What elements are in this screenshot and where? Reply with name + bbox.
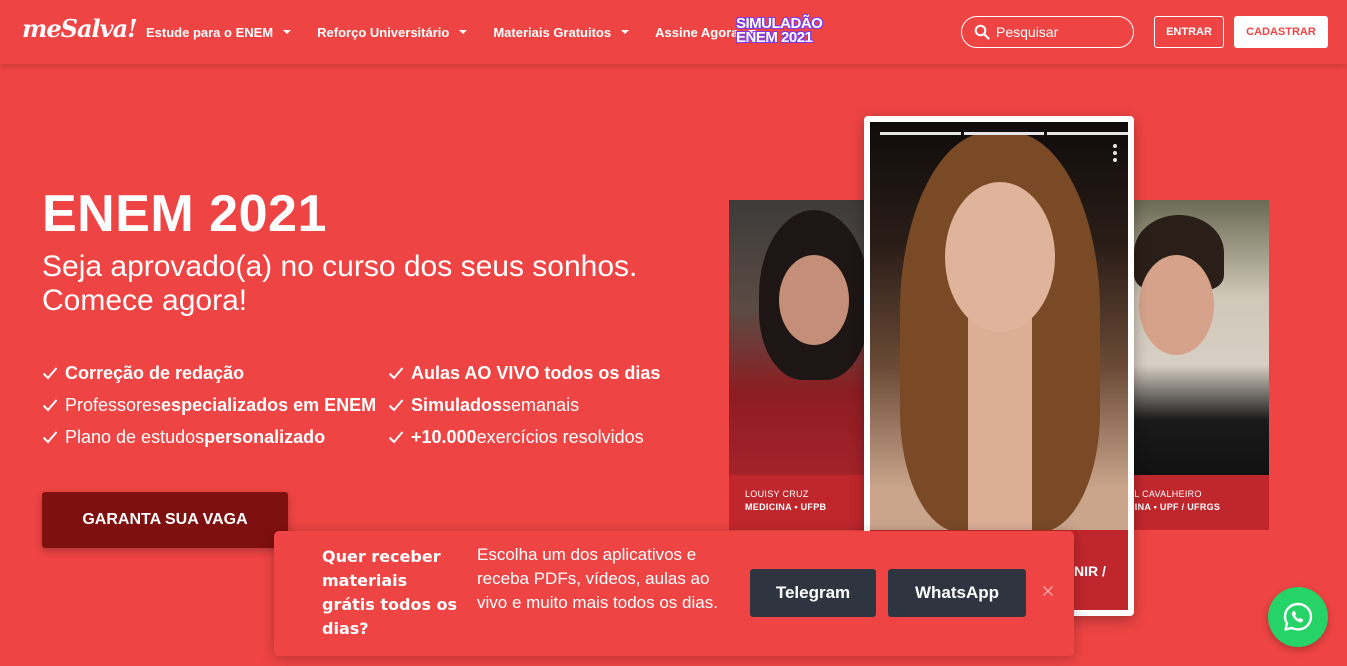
check-icon — [388, 431, 404, 444]
main-nav: Estude para o ENEM Reforço Universitário… — [146, 0, 757, 64]
feature-item: Simulados semanais — [388, 394, 708, 416]
chevron-down-icon — [283, 30, 292, 34]
more-options-icon[interactable] — [1113, 144, 1117, 165]
nav-item-reforco-universitario[interactable]: Reforço Universitário — [317, 24, 468, 40]
check-icon — [42, 367, 58, 380]
feature-item: +10.000 exercícios resolvidos — [388, 426, 708, 448]
student-name: LOUISY CRUZ — [745, 489, 809, 499]
student-course: CINA • UPF / UFRGS — [1134, 502, 1221, 512]
mesalva-logo[interactable]: meSalva! — [22, 14, 138, 43]
check-icon — [388, 367, 404, 380]
student-name: EL CAVALHEIRO — [1134, 489, 1202, 499]
nav-item-estude-enem[interactable]: Estude para o ENEM — [146, 24, 292, 40]
nav-item-label: Estude para o ENEM — [146, 24, 274, 40]
close-icon[interactable] — [1040, 583, 1056, 599]
top-navbar: meSalva! Estude para o ENEM Reforço Univ… — [0, 0, 1347, 64]
testimonial-caption: LOUISY CRUZ MEDICINA • UFPB — [729, 475, 864, 530]
promo-line-2: ENEM 2021 — [736, 29, 813, 46]
student-photo — [729, 200, 864, 475]
whatsapp-floating-button[interactable] — [1268, 587, 1328, 647]
popup-text: Escolha um dos aplicativos e receba PDFs… — [477, 545, 718, 612]
hero-subtitle: Seja aprovado(a) no curso dos seus sonho… — [42, 250, 638, 317]
story-progress — [880, 132, 1128, 135]
search-input[interactable] — [996, 24, 1126, 40]
testimonial-caption: EL CAVALHEIRO CINA • UPF / UFRGS — [1134, 475, 1269, 530]
nav-item-materiais-gratuitos[interactable]: Materiais Gratuitos — [493, 24, 630, 40]
login-button[interactable]: ENTRAR — [1154, 16, 1224, 48]
garanta-vaga-button[interactable]: GARANTA SUA VAGA — [42, 492, 288, 548]
testimonial-card-right[interactable]: EL CAVALHEIRO CINA • UPF / UFRGS — [1134, 200, 1269, 530]
hero-title: ENEM 2021 — [42, 185, 327, 243]
feature-list: Correção de redação Aulas AO VIVO todos … — [42, 362, 708, 448]
popup-title: Quer receber materiais grátis todos os d… — [322, 547, 458, 638]
telegram-button[interactable]: Telegram — [750, 569, 876, 617]
nav-item-label: Assine Agora — [655, 24, 739, 40]
search-icon — [974, 24, 990, 40]
whatsapp-button[interactable]: WhatsApp — [888, 569, 1026, 617]
free-materials-popup: Quer receber materiais grátis todos os d… — [274, 531, 1074, 656]
feature-item: Professores especializados em ENEM — [42, 394, 388, 416]
student-course: MEDICINA • UFPB — [745, 502, 827, 512]
check-icon — [42, 431, 58, 444]
feature-item: Plano de estudos personalizado — [42, 426, 388, 448]
feature-item: Correção de redação — [42, 362, 388, 384]
student-video[interactable] — [870, 122, 1128, 530]
chevron-down-icon — [459, 30, 468, 34]
check-icon — [42, 399, 58, 412]
signup-button[interactable]: CADASTRAR — [1234, 16, 1328, 48]
chevron-down-icon — [621, 30, 630, 34]
nav-item-label: Reforço Universitário — [317, 24, 450, 40]
whatsapp-icon — [1283, 602, 1313, 631]
main-caption-text: NIR / — [1074, 563, 1106, 579]
simulado-enem-promo-link[interactable]: SIMULADÃO ENEM 2021 — [736, 16, 828, 46]
nav-item-label: Materiais Gratuitos — [493, 24, 612, 40]
search-box[interactable] — [961, 16, 1134, 48]
check-icon — [388, 399, 404, 412]
feature-item: Aulas AO VIVO todos os dias — [388, 362, 708, 384]
testimonial-card-left[interactable]: LOUISY CRUZ MEDICINA • UFPB — [729, 200, 864, 530]
student-photo — [1134, 200, 1269, 475]
